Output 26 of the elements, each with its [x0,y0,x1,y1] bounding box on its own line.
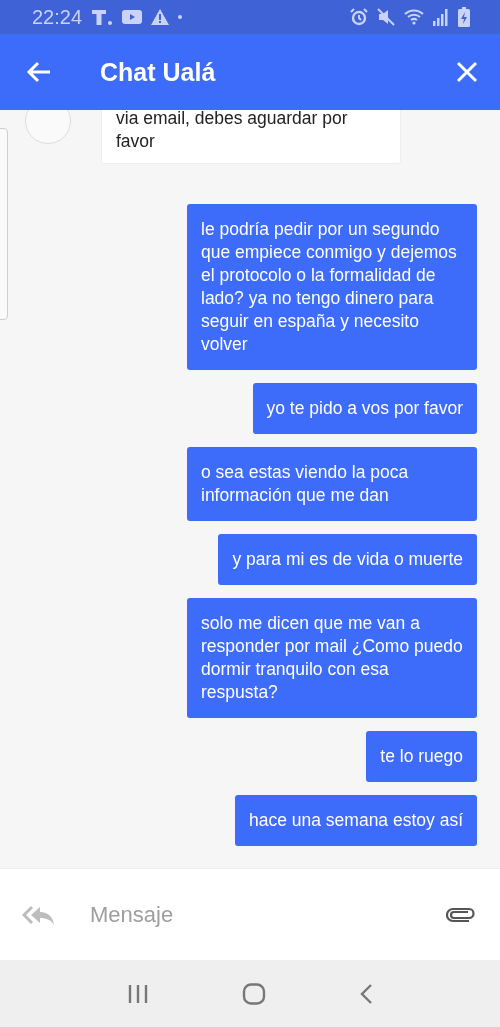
user-message: hace una semana estoy así [234,795,477,846]
user-message: te lo ruego [366,731,477,782]
paperclip-icon[interactable] [446,906,476,923]
warning-icon [151,9,170,25]
recent-apps-icon[interactable] [126,983,149,1004]
close-icon[interactable] [456,61,478,83]
mute-icon [377,8,395,26]
chat-title: Chat Ualá [100,57,217,87]
user-message: le podría pedir por un segundo que empiece conmigo y dejemos el protocolo o la formalidad de lado? ya no tengo dinero para seguir en españa y necesito volver [187,204,477,370]
back-icon[interactable] [359,982,374,1005]
dot-icon [178,15,183,19]
home-icon[interactable] [242,982,266,1005]
t-letter-icon [91,9,114,25]
status-time: 22:24 [32,5,83,29]
message-field[interactable]: Mensaje [88,900,414,929]
alarm-icon [350,8,368,26]
agent-message: via email, debes aguardar por favor [101,110,401,164]
battery-charging-icon [458,7,470,27]
back-arrow-icon[interactable] [26,60,52,84]
wifi-icon [404,8,424,26]
user-message: yo te pido a vos por favor [252,383,477,434]
signal-icon [433,8,449,26]
video-play-icon [122,10,143,24]
user-message: o sea estas viendo la poca información que me dan [187,447,477,521]
user-message: y para mi es de vida o muerte [218,534,477,585]
user-message: solo me dicen que me van a responder por mail ¿Como puedo dormir tranquilo con esa respusta? [187,598,477,718]
